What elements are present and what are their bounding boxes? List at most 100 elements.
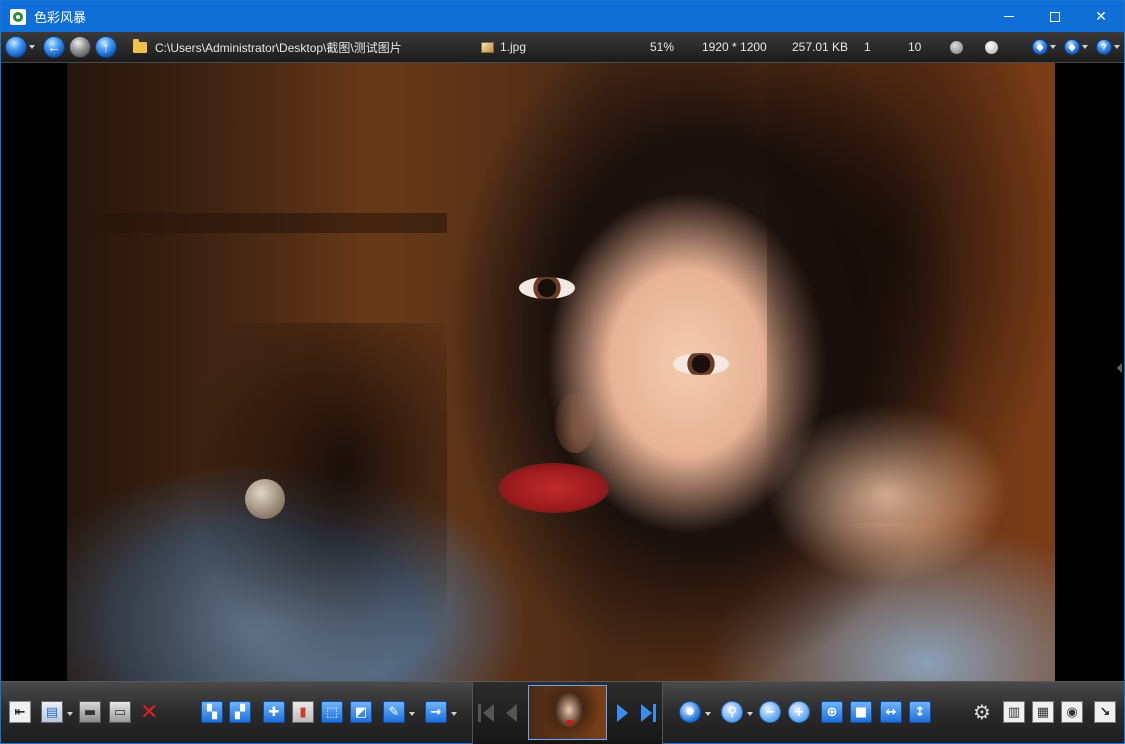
zoom-in-icon: + [793,704,805,720]
arrow-up-icon: ↑ [102,39,110,55]
first-image-button[interactable] [483,704,494,722]
arrow-right-icon [70,37,90,57]
window-controls: ✕ [986,1,1124,32]
copy-icon: ▚ [207,704,217,720]
print-button[interactable]: ▭ [109,701,131,723]
help-orb-button[interactable]: ? [1096,39,1112,55]
help-icon: ? [1101,42,1107,52]
delete-icon[interactable]: ✕ [140,702,158,724]
export-dropdown-caret[interactable] [451,712,457,716]
help-dropdown-caret[interactable] [1114,45,1120,49]
zoom-level: 51% [650,40,675,54]
arrow-left-icon: ← [47,39,61,55]
crop-button[interactable]: ✚ [263,701,285,723]
histogram-button[interactable]: ▮ [292,701,314,723]
last-image-button[interactable] [641,704,652,722]
photo-eye-left [519,277,575,299]
select-region-button[interactable]: ⬚ [321,701,343,723]
actual-size-icon: ■ [854,704,868,720]
window-title: 色彩风暴 [34,11,87,26]
photo-lips [499,463,609,513]
previous-image-button[interactable] [506,704,517,722]
crop-icon: ✚ [268,704,280,720]
app-window: 色彩风暴 ✕ ← ↑ C:\Users\Administrator\Deskto… [0,0,1125,744]
export-button[interactable]: → [425,701,447,723]
rotate-icon: ◆ [1036,41,1044,52]
maximize-button[interactable] [1032,1,1078,32]
close-icon: ✕ [1095,8,1107,25]
pencil-icon: ✎ [388,704,400,720]
minimize-button[interactable] [986,1,1032,32]
eye-icon: ◉ [1066,704,1078,720]
save-icon: ▬ [83,704,97,720]
effects-icon: ◆ [1068,41,1076,52]
zoom-in-button[interactable]: + [788,701,810,723]
slideshow-dropdown-caret[interactable] [705,712,711,716]
copy-to-button[interactable]: ▚ [201,701,223,723]
actual-size-button[interactable]: ■ [850,701,872,723]
photo-nose [555,393,595,453]
displayed-photo[interactable] [67,63,1055,681]
exit-fullscreen-button[interactable]: ⇤ [9,701,31,723]
edit-button[interactable]: ✎ [383,701,405,723]
first-image-bar [478,704,481,722]
open-file-button[interactable]: ▤ [41,701,63,723]
image-viewport[interactable] [1,63,1124,681]
file-size: 257.01 KB [792,40,849,54]
zoom-out-icon: − [764,704,776,720]
grid-icon: ▦ [1036,704,1050,720]
photo-hair-left [187,323,447,681]
effects-dropdown-caret[interactable] [1082,45,1088,49]
close-button[interactable]: ✕ [1078,1,1124,32]
preview-toggle-button[interactable]: ◉ [1061,701,1083,723]
effects-orb-button[interactable]: ◆ [1064,39,1080,55]
current-thumbnail[interactable] [528,685,607,740]
browser-view-button[interactable]: ▥ [1003,701,1025,723]
fit-window-button[interactable]: ⊕ [821,701,843,723]
fit-width-button[interactable]: ↔ [880,701,902,723]
open-folder-icon: ▤ [45,704,59,720]
info-bar: ← ↑ C:\Users\Administrator\Desktop\截图\测试… [1,32,1124,63]
zoom-dropdown-caret[interactable] [747,712,753,716]
zoom-menu-button[interactable]: ⚲ [721,701,743,723]
thumbnail-view-button[interactable]: ▦ [1032,701,1054,723]
indicator-dot-1[interactable] [950,40,963,54]
zoom-out-button[interactable]: − [759,701,781,723]
image-dimensions: 1920 * 1200 [702,40,767,54]
last-image-bar [653,704,656,722]
fit-width-icon: ↔ [885,704,897,720]
fit-height-button[interactable]: ↕ [909,701,931,723]
open-dropdown-caret[interactable] [67,712,73,716]
image-total: 10 [908,40,922,54]
globe-icon [6,37,26,57]
fullscreen-button[interactable]: ↘ [1094,701,1116,723]
up-folder-button[interactable]: ↑ [95,36,117,58]
forward-button[interactable] [69,36,91,58]
rotate-dropdown-caret[interactable] [1050,45,1056,49]
next-image-button[interactable] [617,704,628,722]
select-icon: ⬚ [325,704,339,720]
rotate-orb-button[interactable]: ◆ [1032,39,1048,55]
folder-icon [133,38,147,53]
title-bar[interactable]: 色彩风暴 ✕ [1,1,1124,32]
slideshow-button[interactable]: ✹ [679,701,701,723]
side-panel-toggle-icon[interactable] [1117,363,1122,373]
edit-dropdown-caret[interactable] [409,712,415,716]
fit-height-icon: ↕ [914,704,926,720]
indicator-dot-2[interactable] [985,40,998,54]
save-button[interactable]: ▬ [79,701,101,723]
settings-gear-icon[interactable]: ⚙ [973,702,991,722]
expand-diagonal-icon: ↘ [1099,704,1111,720]
move-to-button[interactable]: ▞ [229,701,251,723]
export-icon: → [430,704,442,720]
folder-path[interactable]: C:\Users\Administrator\Desktop\截图\测试图片 [155,39,471,56]
bottom-toolbar: ⇤ ▤ ▬ ▭ ✕ ▚ ▞ ✚ ▮ ⬚ ◩ ✎ → ✹ ⚲ − + ⊕ ■ ↔ … [1,681,1124,744]
photo-background-shelf [67,213,447,233]
browser-layout-icon: ▥ [1007,704,1021,720]
adjust-button[interactable]: ◩ [350,701,372,723]
back-button[interactable]: ← [43,36,65,58]
menu-orb-button[interactable] [5,36,27,58]
menu-dropdown-caret[interactable] [29,45,35,49]
print-icon: ▭ [113,704,127,720]
magnifier-icon: ⚲ [727,704,737,720]
